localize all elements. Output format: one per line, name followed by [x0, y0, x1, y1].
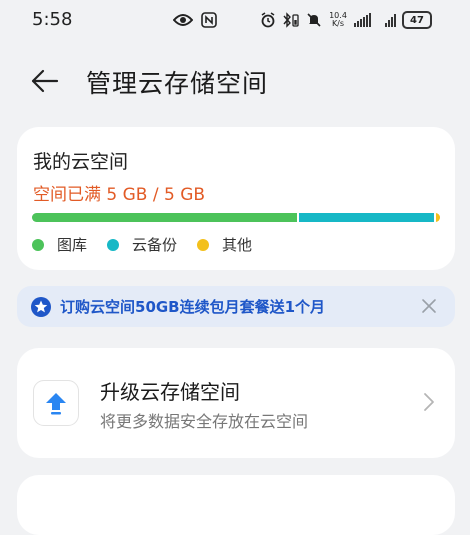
legend-item: 图库 [32, 234, 87, 255]
bluetooth-battery-icon [282, 11, 300, 29]
nfc-icon [201, 11, 217, 29]
page-title: 管理云存储空间 [86, 69, 269, 98]
battery-level: 47 [410, 14, 424, 26]
net-speed-unit: K/s [331, 19, 345, 28]
storage-usage-bar [32, 213, 440, 222]
status-bar: 5:58 10.4 K/s 47 [0, 0, 470, 40]
legend-label: 图库 [57, 236, 88, 254]
status-time: 5:58 [32, 9, 73, 30]
storage-usage-text: 空间已满 5 GB / 5 GB [33, 185, 206, 205]
next-card[interactable] [17, 475, 455, 535]
upgrade-title: 升级云存储空间 [100, 380, 240, 404]
usage-segment-backup [298, 213, 436, 222]
signal-icon [354, 13, 371, 27]
signal-icon-2 [385, 13, 396, 27]
eye-icon [173, 11, 193, 29]
storage-title: 我的云空间 [33, 151, 129, 173]
legend-dot [107, 238, 120, 251]
battery-icon: 47 [402, 11, 432, 29]
chevron-right-icon [422, 390, 436, 414]
status-right-icons: 10.4 K/s 47 [260, 11, 432, 29]
legend-item: 其他 [197, 234, 252, 255]
storage-legend: 图库 云备份 其他 [32, 234, 272, 255]
legend-item: 云备份 [107, 234, 177, 255]
upgrade-subtitle: 将更多数据安全存放在云空间 [100, 412, 309, 431]
star-badge-icon [30, 296, 52, 318]
close-icon[interactable] [419, 296, 439, 316]
header: 管理云存储空间 [0, 52, 470, 108]
usage-segment-other [435, 213, 440, 222]
promo-banner[interactable]: 订购云空间50GB连续包月套餐送1个月 [17, 286, 455, 327]
mute-icon [306, 11, 322, 29]
legend-label: 云备份 [132, 236, 178, 254]
usage-segment-gallery [32, 213, 299, 222]
legend-label: 其他 [222, 236, 253, 254]
back-arrow-icon[interactable] [30, 66, 60, 96]
upload-arrow-icon [33, 380, 79, 426]
upgrade-storage-item[interactable]: 升级云存储空间 将更多数据安全存放在云空间 [17, 348, 455, 458]
promo-text[interactable]: 订购云空间50GB连续包月套餐送1个月 [60, 296, 325, 317]
alarm-icon [260, 11, 276, 29]
legend-dot [197, 238, 210, 251]
storage-card[interactable]: 我的云空间 空间已满 5 GB / 5 GB 图库 云备份 其他 [17, 127, 455, 270]
network-speed: 10.4 K/s [328, 11, 348, 29]
status-left-icons [173, 11, 217, 29]
legend-dot [32, 238, 44, 251]
